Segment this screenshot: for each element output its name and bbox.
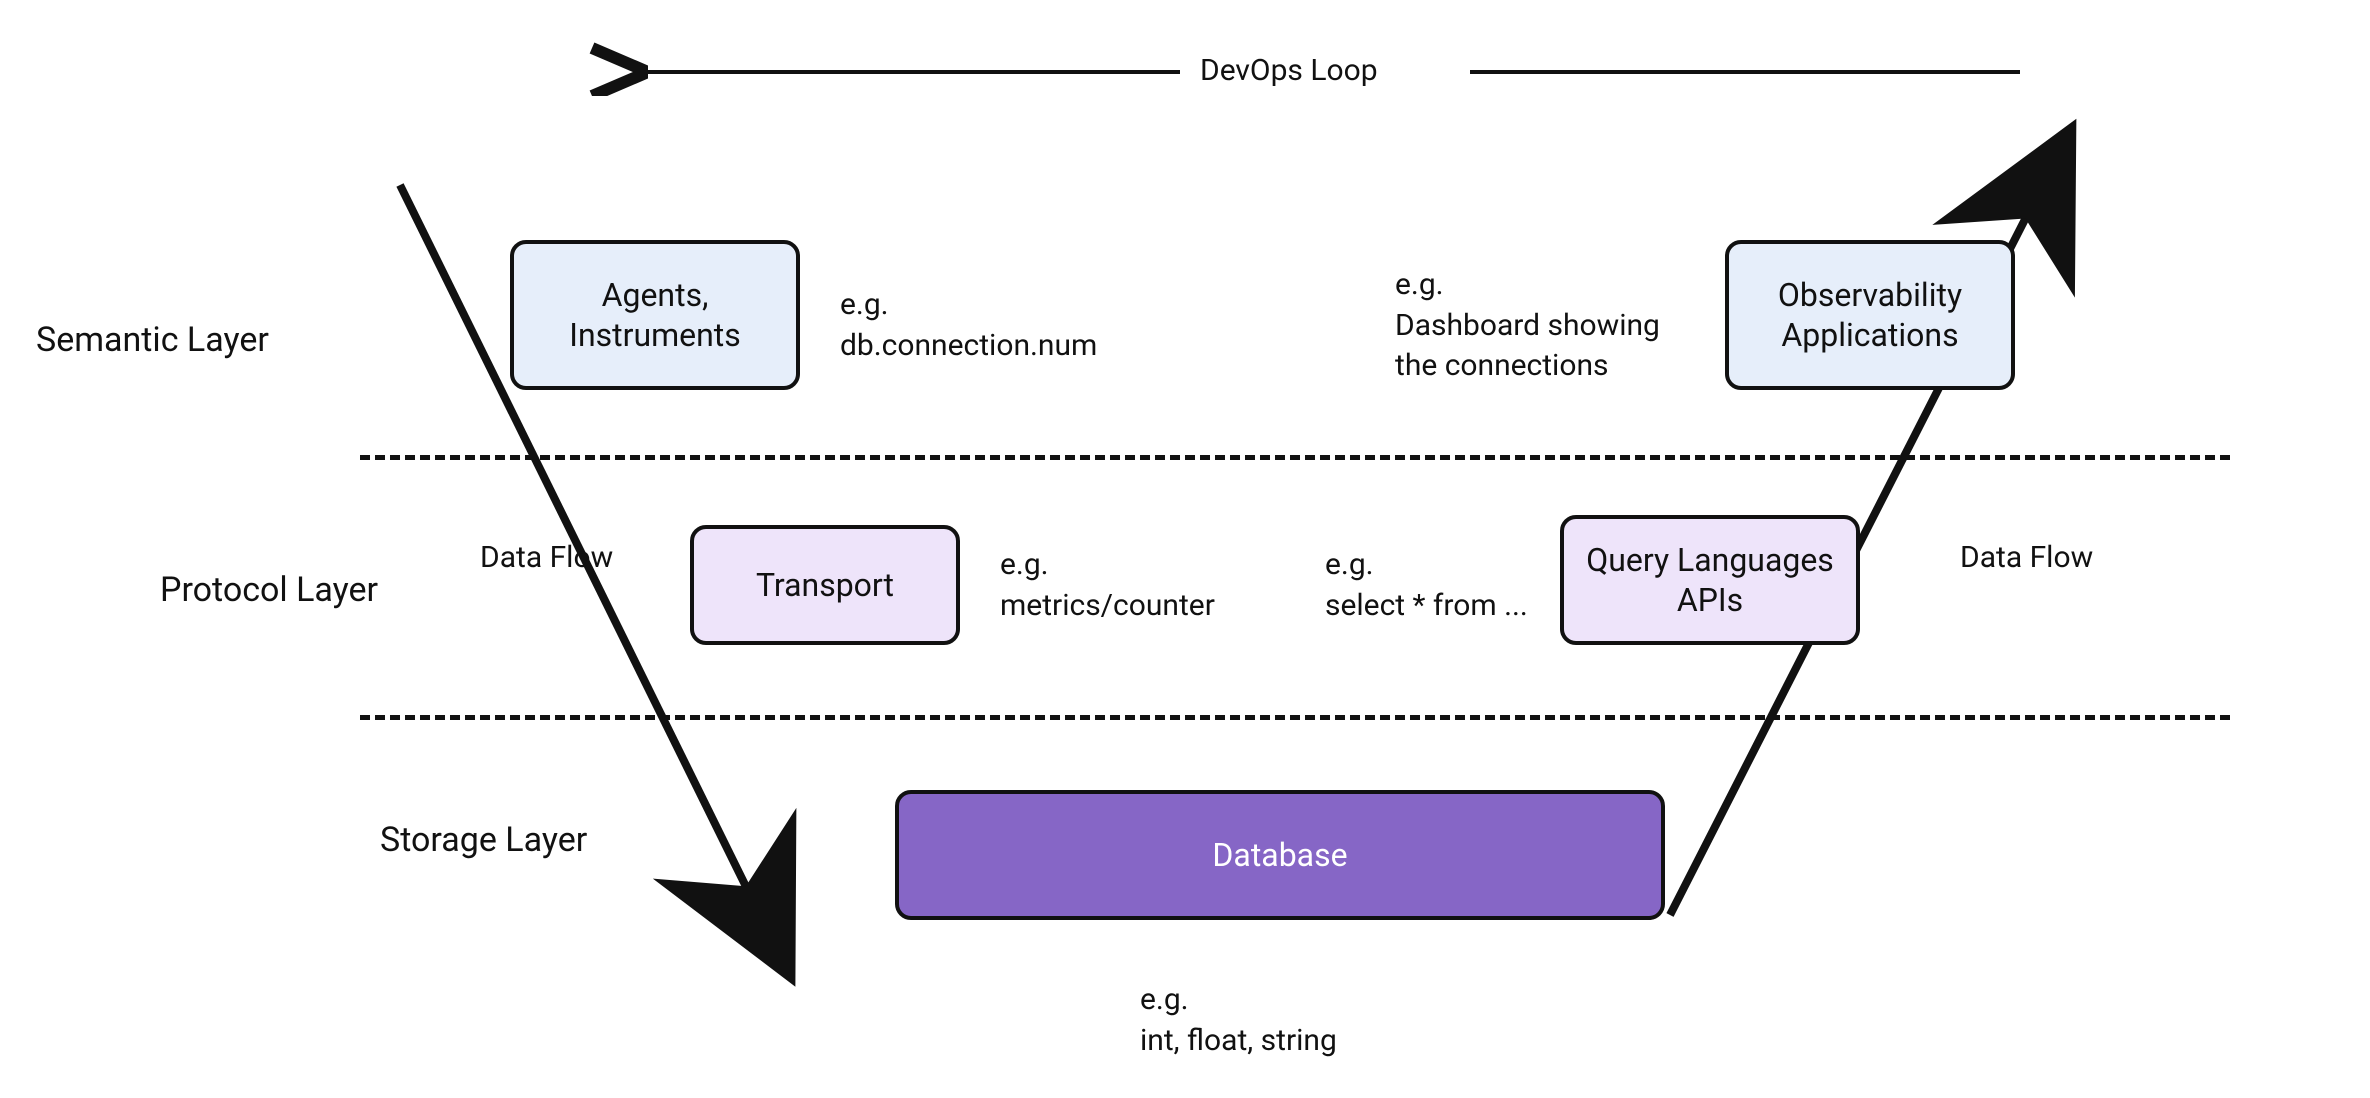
storage-example: e.g. int, float, string: [1140, 980, 1337, 1061]
layer-label-protocol: Protocol Layer: [160, 570, 378, 610]
box-label: Transport: [756, 565, 894, 605]
box-label: Observability Applications: [1778, 275, 1962, 355]
layer-label-storage: Storage Layer: [380, 820, 587, 860]
divider-1: [360, 455, 2230, 460]
box-query-languages: Query Languages APIs: [1560, 515, 1860, 645]
dataflow-label-right: Data Flow: [1960, 540, 2093, 575]
protocol-left-example: e.g. metrics/counter: [1000, 545, 1215, 626]
box-observability-apps: Observability Applications: [1725, 240, 2015, 390]
box-label: Query Languages APIs: [1586, 540, 1834, 620]
semantic-right-example: e.g. Dashboard showing the connections: [1395, 265, 1660, 387]
box-database: Database: [895, 790, 1665, 920]
devops-loop-label: DevOps Loop: [1200, 53, 1378, 88]
layer-label-semantic: Semantic Layer: [36, 320, 269, 360]
divider-2: [360, 715, 2230, 720]
box-label: Agents, Instruments: [569, 275, 741, 355]
box-label: Database: [1212, 835, 1347, 875]
diagram-canvas: DevOps Loop Data Flow Data Flow Semantic…: [0, 0, 2370, 1098]
box-agents-instruments: Agents, Instruments: [510, 240, 800, 390]
box-transport: Transport: [690, 525, 960, 645]
semantic-left-example: e.g. db.connection.num: [840, 285, 1097, 366]
protocol-right-example: e.g. select * from ...: [1325, 545, 1528, 626]
dataflow-label-left: Data Flow: [480, 540, 613, 575]
